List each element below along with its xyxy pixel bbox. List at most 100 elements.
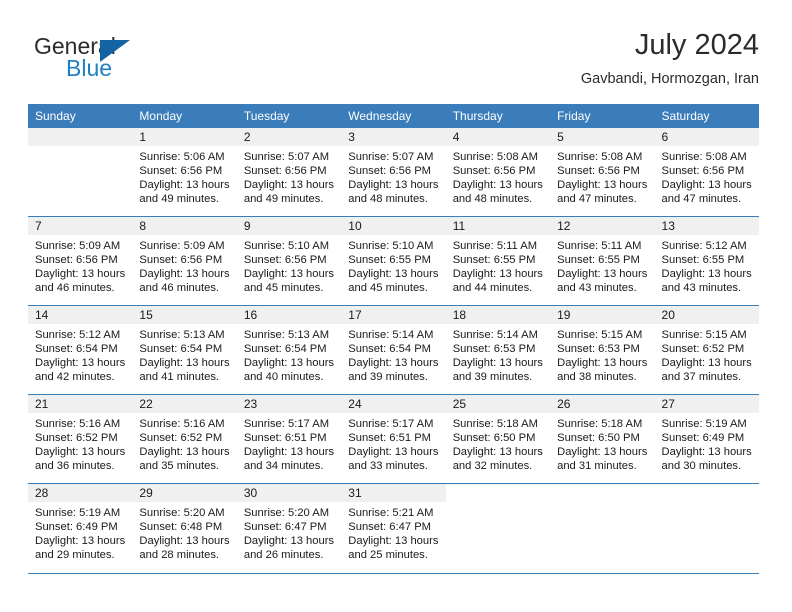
day-number: 8 <box>132 217 237 235</box>
day-sunset-text: Sunset: 6:53 PM <box>452 343 536 356</box>
day-daylight-line1-text: Daylight: 13 hours <box>348 179 439 192</box>
day-daylight-line2-text: and 40 minutes. <box>243 371 324 384</box>
day-sunset-text: Sunset: 6:49 PM <box>661 432 745 445</box>
calendar-day[interactable]: 16 Sunrise: 5:13 AM Sunset: 6:54 PM Dayligh… <box>236 306 342 394</box>
day-number: 7 <box>28 217 133 235</box>
calendar-day[interactable]: 17 Sunrise: 5:14 AM Sunset: 6:54 PM Dayligh… <box>341 306 446 394</box>
day-details: Sunrise: 5:14 AM Sunset: 6:54 PM Daylight:… <box>341 324 445 384</box>
calendar-day[interactable]: 20 Sunrise: 5:15 AM Sunset: 6:52 PM Dayligh… <box>654 306 759 394</box>
day-number: 19 <box>550 306 655 324</box>
day-sunset-text: Sunset: 6:56 PM <box>35 254 118 267</box>
day-daylight-line1-text: Daylight: 13 hours <box>139 179 230 192</box>
calendar-day[interactable]: 21 Sunrise: 5:16 AM Sunset: 6:52 PM Dayligh… <box>28 395 133 483</box>
day-sunset-text: Sunset: 6:53 PM <box>557 343 640 356</box>
day-daylight-line2-text: and 48 minutes. <box>452 193 533 206</box>
day-daylight-line2-text: and 36 minutes. <box>35 460 115 473</box>
day-sunrise-text: Sunrise: 5:07 AM <box>243 151 330 163</box>
day-sunset-text: Sunset: 6:54 PM <box>243 343 327 356</box>
day-daylight-line2-text: and 37 minutes. <box>661 371 742 384</box>
day-number <box>550 484 654 502</box>
calendar-cell: 16 Sunrise: 5:13 AM Sunset: 6:54 PM Dayligh… <box>236 305 342 395</box>
calendar-day[interactable]: 13 Sunrise: 5:12 AM Sunset: 6:55 PM Dayligh… <box>654 217 759 305</box>
calendar-day[interactable]: 3 Sunrise: 5:07 AM Sunset: 6:56 PM Daylight… <box>341 128 446 216</box>
day-sunset-text: Sunset: 6:52 PM <box>139 432 223 445</box>
day-details: Sunrise: 5:08 AM Sunset: 6:56 PM Daylight:… <box>655 146 759 206</box>
calendar-cell: 31 Sunrise: 5:21 AM Sunset: 6:47 PM Dayligh… <box>341 483 446 572</box>
weekday-header-saturday: Saturday <box>654 104 759 128</box>
day-details: Sunrise: 5:20 AM Sunset: 6:47 PM Daylight:… <box>237 502 341 562</box>
day-number: 15 <box>132 306 237 324</box>
calendar-bottom-rule <box>28 573 759 574</box>
day-daylight-line2-text: and 35 minutes. <box>139 460 220 473</box>
calendar-table: Sunday Monday Tuesday Wednesday Thursday… <box>28 104 759 572</box>
calendar-cell: 21 Sunrise: 5:16 AM Sunset: 6:52 PM Dayligh… <box>28 394 133 484</box>
day-details: Sunrise: 5:13 AM Sunset: 6:54 PM Daylight:… <box>132 324 236 384</box>
calendar-day[interactable]: 31 Sunrise: 5:21 AM Sunset: 6:47 PM Dayligh… <box>341 484 446 572</box>
day-details: Sunrise: 5:14 AM Sunset: 6:53 PM Daylight:… <box>446 324 550 384</box>
calendar-day[interactable]: 24 Sunrise: 5:17 AM Sunset: 6:51 PM Dayligh… <box>341 395 446 483</box>
day-sunrise-text: Sunrise: 5:09 AM <box>139 240 225 252</box>
calendar-cell: 5 Sunrise: 5:08 AM Sunset: 6:56 PM Daylight… <box>550 128 655 217</box>
day-number: 28 <box>28 484 133 502</box>
calendar-cell: 19 Sunrise: 5:15 AM Sunset: 6:53 PM Dayligh… <box>550 305 655 395</box>
logo-text-blue: Blue <box>66 55 113 81</box>
day-sunrise-text: Sunrise: 5:12 AM <box>661 240 747 252</box>
calendar-day[interactable]: 15 Sunrise: 5:13 AM Sunset: 6:54 PM Dayligh… <box>132 306 237 394</box>
calendar-day[interactable]: 2 Sunrise: 5:07 AM Sunset: 6:56 PM Daylight… <box>236 128 342 216</box>
day-details: Sunrise: 5:08 AM Sunset: 6:56 PM Daylight:… <box>446 146 550 206</box>
day-sunrise-text: Sunrise: 5:20 AM <box>139 507 225 519</box>
calendar-day[interactable]: 12 Sunrise: 5:11 AM Sunset: 6:55 PM Dayligh… <box>550 217 655 305</box>
weekday-header-monday: Monday <box>132 104 237 128</box>
calendar-day[interactable]: 5 Sunrise: 5:08 AM Sunset: 6:56 PM Daylight… <box>550 128 655 216</box>
calendar-week-row: 21 Sunrise: 5:16 AM Sunset: 6:52 PM Dayligh… <box>28 394 759 484</box>
calendar-day-empty <box>28 128 133 216</box>
calendar-day[interactable]: 9 Sunrise: 5:10 AM Sunset: 6:56 PM Daylight… <box>236 217 342 305</box>
day-daylight-line2-text: and 49 minutes. <box>243 193 324 206</box>
calendar-day[interactable]: 4 Sunrise: 5:08 AM Sunset: 6:56 PM Daylight… <box>445 128 551 216</box>
calendar-day[interactable]: 8 Sunrise: 5:09 AM Sunset: 6:56 PM Daylight… <box>132 217 237 305</box>
day-number: 30 <box>236 484 342 502</box>
calendar-day[interactable]: 11 Sunrise: 5:11 AM Sunset: 6:55 PM Dayligh… <box>445 217 551 305</box>
day-daylight-line2-text: and 33 minutes. <box>348 460 428 473</box>
calendar-day[interactable]: 18 Sunrise: 5:14 AM Sunset: 6:53 PM Dayligh… <box>445 306 551 394</box>
calendar-week-row: 1 Sunrise: 5:06 AM Sunset: 6:56 PM Daylight… <box>28 128 759 217</box>
day-sunset-text: Sunset: 6:56 PM <box>452 165 536 178</box>
day-sunrise-text: Sunrise: 5:08 AM <box>557 151 643 163</box>
calendar-cell: 7 Sunrise: 5:09 AM Sunset: 6:56 PM Daylight… <box>28 216 133 306</box>
day-number: 9 <box>236 217 342 235</box>
calendar-day[interactable]: 28 Sunrise: 5:19 AM Sunset: 6:49 PM Dayligh… <box>28 484 133 572</box>
day-sunset-text: Sunset: 6:56 PM <box>348 165 431 178</box>
day-number <box>28 128 133 146</box>
calendar-day[interactable]: 10 Sunrise: 5:10 AM Sunset: 6:55 PM Dayligh… <box>341 217 446 305</box>
day-sunrise-text: Sunrise: 5:19 AM <box>661 418 747 430</box>
day-daylight-line1-text: Daylight: 13 hours <box>35 268 126 281</box>
day-daylight-line1-text: Daylight: 13 hours <box>348 535 439 548</box>
day-sunrise-text: Sunrise: 5:10 AM <box>243 240 330 252</box>
general-blue-logo[interactable]: General Blue <box>34 33 214 91</box>
day-daylight-line2-text: and 47 minutes. <box>661 193 742 206</box>
calendar-day[interactable]: 25 Sunrise: 5:18 AM Sunset: 6:50 PM Dayligh… <box>445 395 551 483</box>
day-daylight-line1-text: Daylight: 13 hours <box>139 268 230 281</box>
day-sunset-text: Sunset: 6:50 PM <box>452 432 536 445</box>
calendar-day[interactable]: 6 Sunrise: 5:08 AM Sunset: 6:56 PM Daylight… <box>654 128 759 216</box>
calendar-day[interactable]: 14 Sunrise: 5:12 AM Sunset: 6:54 PM Dayligh… <box>28 306 133 394</box>
calendar-day[interactable]: 27 Sunrise: 5:19 AM Sunset: 6:49 PM Dayligh… <box>654 395 759 483</box>
calendar-day[interactable]: 23 Sunrise: 5:17 AM Sunset: 6:51 PM Dayligh… <box>236 395 342 483</box>
weekday-header-row: Sunday Monday Tuesday Wednesday Thursday… <box>28 104 759 128</box>
day-sunrise-text: Sunrise: 5:06 AM <box>139 151 225 163</box>
day-number: 16 <box>236 306 342 324</box>
calendar-day[interactable]: 22 Sunrise: 5:16 AM Sunset: 6:52 PM Dayligh… <box>132 395 237 483</box>
calendar-day[interactable]: 30 Sunrise: 5:20 AM Sunset: 6:47 PM Dayligh… <box>236 484 342 572</box>
day-sunrise-text: Sunrise: 5:13 AM <box>243 329 330 341</box>
calendar-week-row: 28 Sunrise: 5:19 AM Sunset: 6:49 PM Dayligh… <box>28 483 759 572</box>
calendar-day[interactable]: 1 Sunrise: 5:06 AM Sunset: 6:56 PM Daylight… <box>132 128 237 216</box>
day-details: Sunrise: 5:16 AM Sunset: 6:52 PM Daylight:… <box>28 413 132 473</box>
calendar-day[interactable]: 29 Sunrise: 5:20 AM Sunset: 6:48 PM Dayligh… <box>132 484 237 572</box>
day-daylight-line2-text: and 26 minutes. <box>243 549 324 562</box>
day-sunrise-text: Sunrise: 5:10 AM <box>348 240 434 252</box>
calendar-day[interactable]: 7 Sunrise: 5:09 AM Sunset: 6:56 PM Daylight… <box>28 217 133 305</box>
day-details: Sunrise: 5:19 AM Sunset: 6:49 PM Daylight:… <box>28 502 132 562</box>
day-details: Sunrise: 5:18 AM Sunset: 6:50 PM Daylight:… <box>446 413 550 473</box>
calendar-day[interactable]: 26 Sunrise: 5:18 AM Sunset: 6:50 PM Dayligh… <box>550 395 655 483</box>
calendar-day[interactable]: 19 Sunrise: 5:15 AM Sunset: 6:53 PM Dayligh… <box>550 306 655 394</box>
